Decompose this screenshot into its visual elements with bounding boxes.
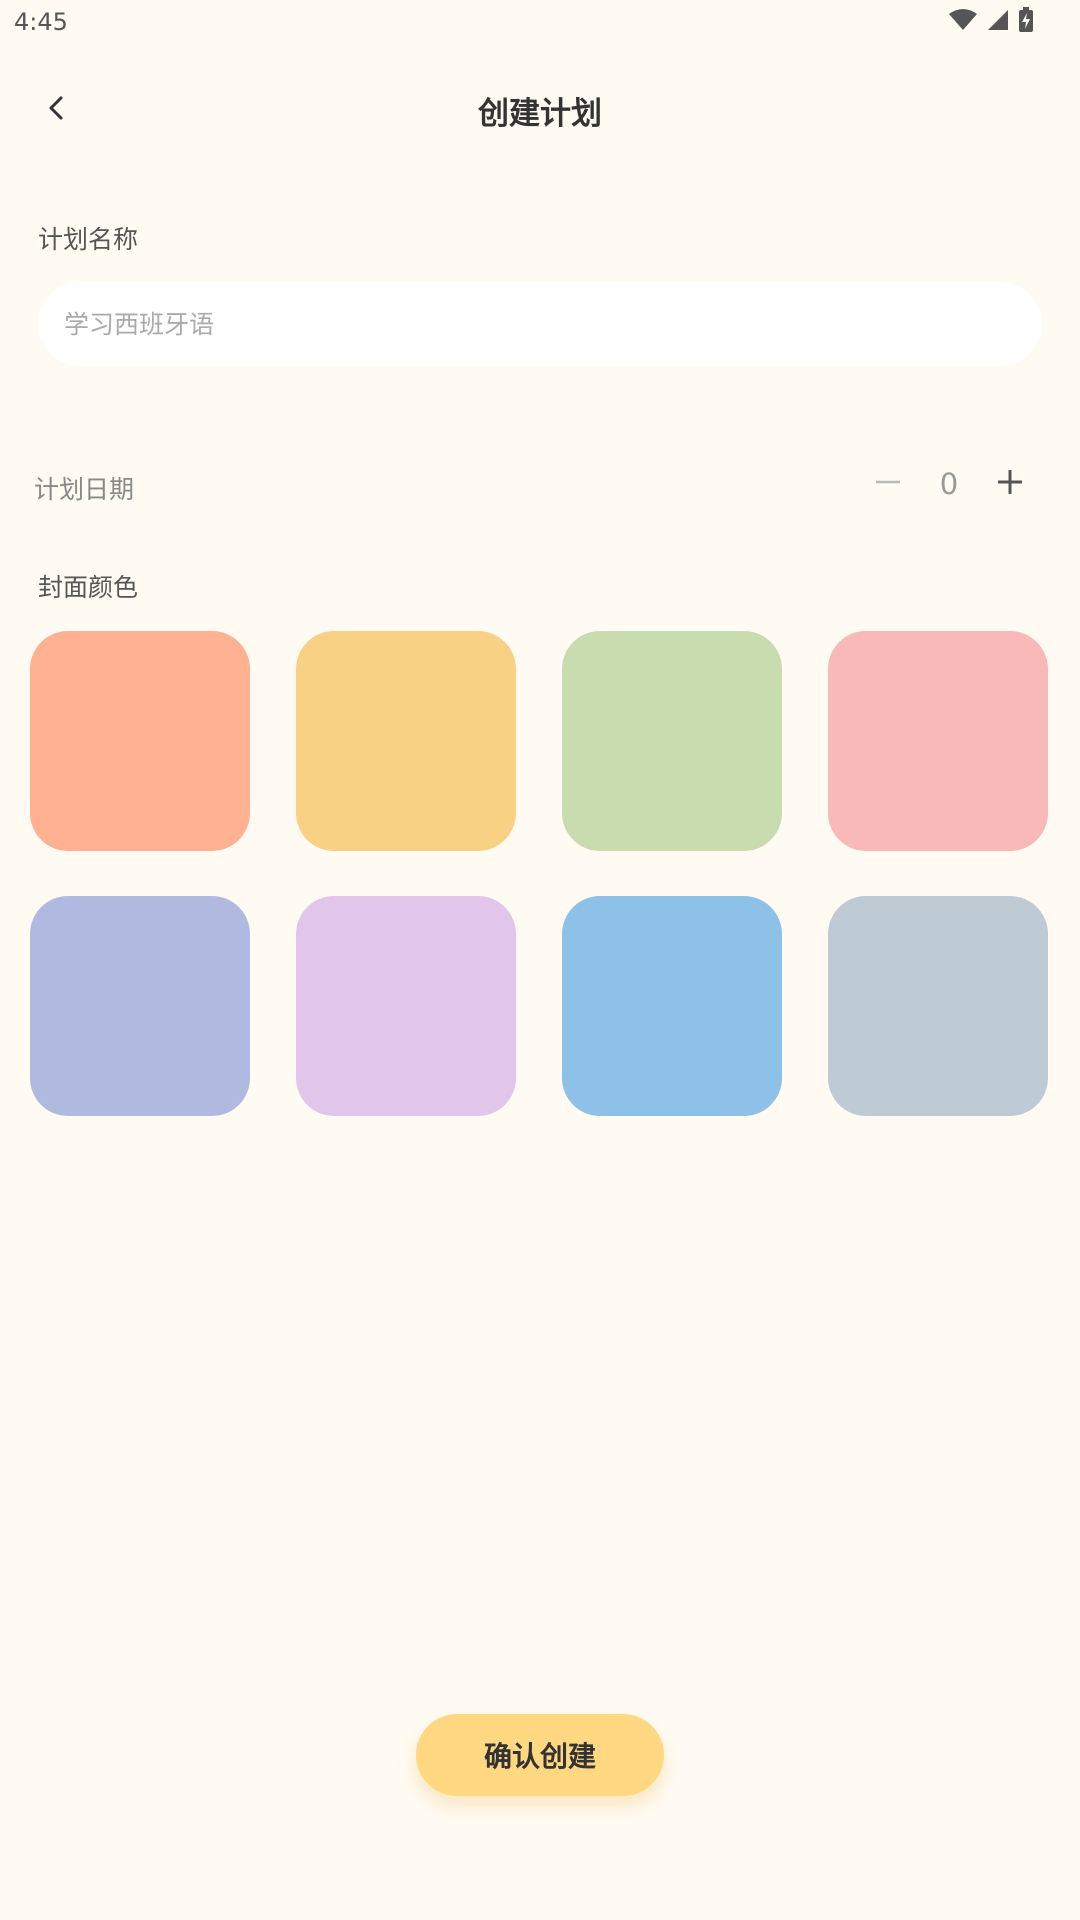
color-swatch-1[interactable] [30,631,250,851]
signal-icon [986,8,1010,36]
cover-color-grid [30,631,1050,1116]
plan-name-input[interactable] [38,282,1042,366]
plan-date-stepper: 0 [860,456,1038,512]
page-title: 创建计划 [478,96,602,132]
color-swatch-4[interactable] [828,631,1048,851]
battery-charging-icon [1018,7,1034,37]
app-bar: 创建计划 [0,70,1080,150]
color-swatch-7[interactable] [562,896,782,1116]
color-swatch-2[interactable] [296,631,516,851]
plus-icon [996,468,1024,500]
confirm-create-button[interactable]: 确认创建 [416,1714,664,1796]
cover-color-label: 封面颜色 [38,573,139,602]
color-swatch-5[interactable] [30,896,250,1116]
plan-name-label: 计划名称 [38,225,139,254]
plan-date-label: 计划日期 [34,475,135,504]
status-icons [948,7,1034,37]
minus-icon [874,468,902,500]
plan-date-value: 0 [939,467,959,501]
increment-button[interactable] [982,456,1038,512]
decrement-button[interactable] [860,456,916,512]
wifi-icon [948,8,978,36]
status-bar: 4:45 [0,0,1080,44]
status-time: 4:45 [14,8,68,36]
color-swatch-8[interactable] [828,896,1048,1116]
color-swatch-3[interactable] [562,631,782,851]
color-swatch-6[interactable] [296,896,516,1116]
